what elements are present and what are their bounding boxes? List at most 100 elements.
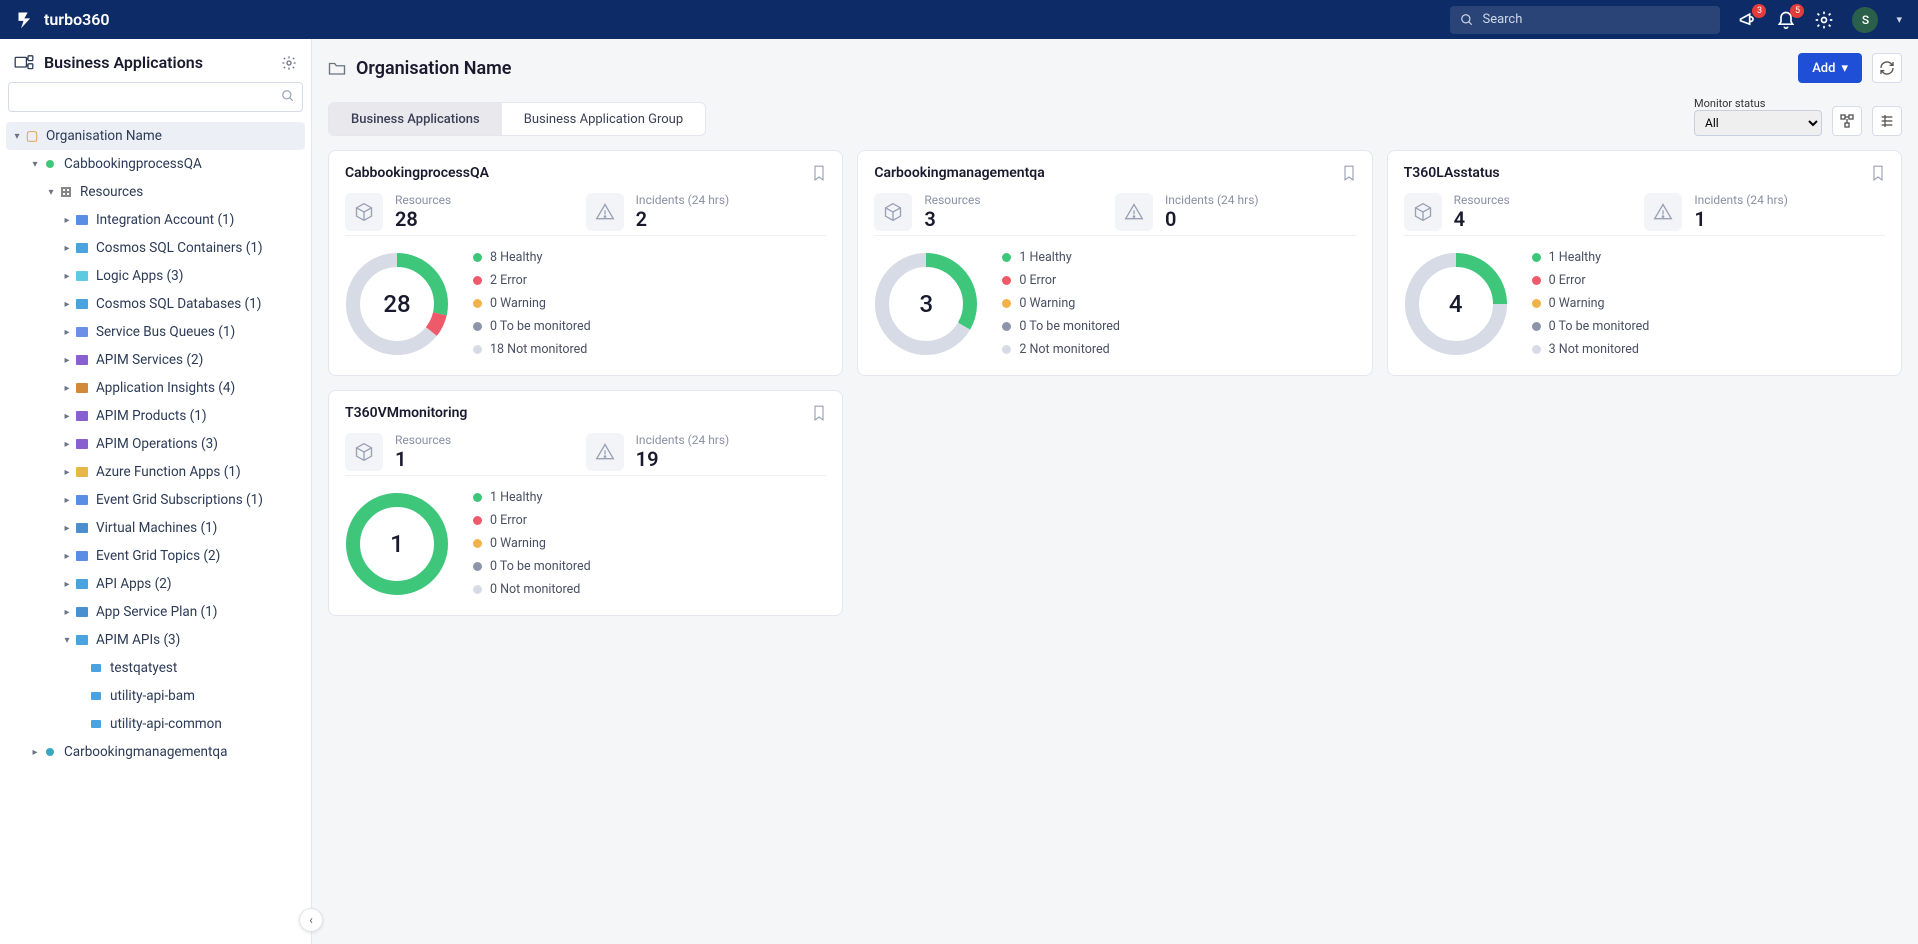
az-icon (74, 579, 90, 589)
tree-resource-item[interactable]: ▸Application Insights (4) (0, 374, 311, 402)
cube-icon (1404, 193, 1442, 231)
az-icon (74, 607, 90, 617)
resources-icon (58, 187, 74, 197)
az-icon (74, 327, 90, 337)
cube-icon (345, 193, 383, 231)
bookmark-icon[interactable] (812, 165, 826, 181)
alert-icon (586, 193, 624, 231)
tree-resource-item[interactable]: ▸Cosmos SQL Containers (1) (0, 234, 311, 262)
incidents-count: 2 (636, 207, 730, 231)
application-card[interactable]: T360LAsstatusResources4Incidents (24 hrs… (1387, 150, 1902, 376)
global-search[interactable] (1450, 6, 1720, 34)
status-donut: 3 (874, 252, 978, 356)
map-view-button[interactable] (1832, 106, 1862, 136)
tree-resource-item[interactable]: ▸Logic Apps (3) (0, 262, 311, 290)
list-view-button[interactable] (1872, 106, 1902, 136)
legend-item: 8 Healthy (473, 250, 591, 265)
application-card[interactable]: T360VMmonitoringResources1Incidents (24 … (328, 390, 843, 616)
resources-count: 1 (395, 447, 451, 471)
az-icon (74, 271, 90, 281)
topbar: turbo360 3 5 S ▾ (0, 0, 1918, 39)
tree-resource-item[interactable]: ▸APIM Services (2) (0, 346, 311, 374)
tab-business-application-group[interactable]: Business Application Group (502, 103, 705, 135)
status-legend: 1 Healthy 0 Error 0 Warning 0 To be monitor… (473, 490, 591, 597)
tree-resources[interactable]: ▾ Resources (0, 178, 311, 206)
legend-item: 0 Warning (473, 536, 591, 551)
legend-item: 0 Warning (1532, 296, 1650, 311)
az-icon (74, 439, 90, 449)
announcements-icon[interactable]: 3 (1738, 10, 1758, 30)
tree-resource-item[interactable]: ▸Event Grid Subscriptions (1) (0, 486, 311, 514)
az-icon (74, 299, 90, 309)
legend-item: 1 Healthy (1532, 250, 1650, 265)
application-card[interactable]: CabbookingprocessQAResources28Incidents … (328, 150, 843, 376)
search-input[interactable] (1482, 12, 1710, 27)
tree-resource-item[interactable]: ▸Integration Account (1) (0, 206, 311, 234)
legend-item: 0 Error (473, 513, 591, 528)
brand-logo-icon (16, 10, 36, 30)
main-content: Organisation Name Add▾ Business Applicat… (312, 39, 1918, 944)
tree-api-item[interactable]: testqatyest (0, 654, 311, 682)
sidebar-search-input[interactable] (8, 82, 303, 112)
notifications-icon[interactable]: 5 (1776, 10, 1796, 30)
card-title: Carbookingmanagementqa (874, 165, 1044, 181)
tree-resource-item[interactable]: ▸Event Grid Topics (2) (0, 542, 311, 570)
legend-item: 0 To be monitored (473, 559, 591, 574)
application-card[interactable]: CarbookingmanagementqaResources3Incident… (857, 150, 1372, 376)
monitor-status-select[interactable]: All (1694, 110, 1822, 136)
status-legend: 1 Healthy0 Error0 Warning0 To be monitor… (1002, 250, 1120, 357)
tab-business-applications[interactable]: Business Applications (329, 103, 502, 135)
donut-total: 3 (874, 252, 978, 356)
tree-resource-item[interactable]: ▸APIM Operations (3) (0, 430, 311, 458)
tree-resource-item[interactable]: ▸Cosmos SQL Databases (1) (0, 290, 311, 318)
status-legend: 8 Healthy2 Error0 Warning0 To be monitor… (473, 250, 591, 357)
chevron-down-icon: ▾ (1841, 61, 1848, 76)
status-dot-icon (42, 160, 58, 168)
az-icon (88, 692, 104, 700)
chevron-down-icon[interactable]: ▾ (1896, 13, 1902, 26)
az-icon (88, 720, 104, 728)
tree-organisation[interactable]: ▾ ▢ Organisation Name (6, 122, 305, 150)
user-avatar[interactable]: S (1852, 7, 1878, 33)
search-icon (1460, 13, 1474, 27)
bookmark-icon[interactable] (812, 405, 826, 421)
tree-resource-item[interactable]: ▸APIM Products (1) (0, 402, 311, 430)
alert-icon (1115, 193, 1153, 231)
tree-api-item[interactable]: utility-api-bam (0, 682, 311, 710)
card-title: T360VMmonitoring (345, 405, 467, 421)
cards-grid: CabbookingprocessQAResources28Incidents … (328, 150, 1902, 616)
az-icon (74, 243, 90, 253)
bookmark-icon[interactable] (1342, 165, 1356, 181)
az-icon (74, 383, 90, 393)
nav-tree: ▾ ▢ Organisation Name ▾ Cabbookingproces… (0, 122, 311, 944)
tree-app[interactable]: ▾ CabbookingprocessQA (0, 150, 311, 178)
tree-other-app[interactable]: ▸ Carbookingmanagementqa (0, 738, 311, 766)
settings-icon[interactable] (1814, 10, 1834, 30)
tree-apim-apis[interactable]: ▾ APIM APIs (3) (0, 626, 311, 654)
az-icon (74, 523, 90, 533)
page-title: Organisation Name (356, 58, 511, 79)
collapse-sidebar-button[interactable]: ‹ (299, 908, 323, 932)
brand-logo[interactable]: turbo360 (16, 10, 110, 30)
tree-resource-item[interactable]: ▸Service Bus Queues (1) (0, 318, 311, 346)
announcements-badge: 3 (1752, 4, 1766, 18)
refresh-button[interactable] (1872, 53, 1902, 83)
tree-api-item[interactable]: utility-api-common (0, 710, 311, 738)
legend-item: 1 Healthy (473, 490, 591, 505)
tree-resource-item[interactable]: ▸API Apps (2) (0, 570, 311, 598)
bookmark-icon[interactable] (1871, 165, 1885, 181)
tree-resource-item[interactable]: ▸App Service Plan (1) (0, 598, 311, 626)
sidebar-settings-icon[interactable] (281, 55, 297, 71)
legend-item: 3 Not monitored (1532, 342, 1650, 357)
legend-item: 0 Error (1532, 273, 1650, 288)
notifications-badge: 5 (1790, 4, 1804, 18)
sidebar-search[interactable] (8, 82, 303, 112)
legend-item: 18 Not monitored (473, 342, 591, 357)
legend-item: 0 To be monitored (1002, 319, 1120, 334)
az-icon (74, 551, 90, 561)
legend-item: 0 To be monitored (473, 319, 591, 334)
donut-total: 28 (345, 252, 449, 356)
tree-resource-item[interactable]: ▸Azure Function Apps (1) (0, 458, 311, 486)
tree-resource-item[interactable]: ▸Virtual Machines (1) (0, 514, 311, 542)
add-button[interactable]: Add▾ (1798, 53, 1862, 83)
